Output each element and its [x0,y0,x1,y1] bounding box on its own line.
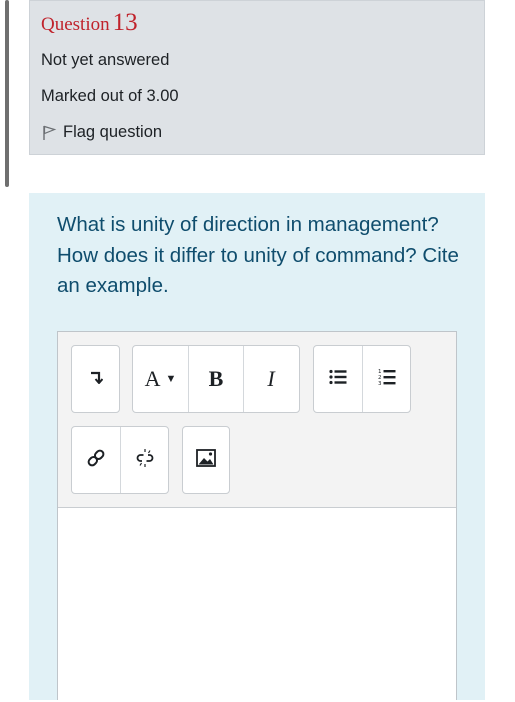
bullet-list-icon [329,369,347,390]
insert-image-button[interactable] [183,427,229,493]
unlink-icon [135,448,155,473]
question-label: Question [41,14,110,35]
question-state: Not yet answered [41,51,170,69]
flag-question-link[interactable]: Flag question [41,123,162,142]
italic-button[interactable]: I [243,346,298,412]
text-editor: A ▼ B I 1 2 3 [57,331,457,702]
svg-text:3: 3 [378,381,382,386]
question-content-panel: What is unity of direction in management… [29,193,485,702]
bullet-list-button[interactable] [314,346,362,412]
scroll-indicator[interactable] [5,0,9,187]
italic-icon: I [267,366,275,391]
toolbar-group-lists: 1 2 3 [313,345,411,413]
bold-icon: B [208,366,224,391]
question-text: What is unity of direction in management… [57,213,459,297]
link-icon [86,448,106,473]
image-icon [196,448,216,472]
font-style-icon: A [144,366,161,391]
toolbar-group-links [71,426,169,494]
question-marks: Marked out of 3.00 [41,87,179,105]
toolbar-group-format: A ▼ B I [132,345,300,413]
caret-down-icon: ▼ [165,373,177,385]
numbered-list-icon: 1 2 3 [378,368,396,391]
show-more-buttons-button[interactable] [72,346,119,412]
show-more-icon [89,370,103,389]
question-heading: Question 13 [41,9,484,37]
flag-question-label: Flag question [63,123,163,141]
unlink-button[interactable] [120,427,168,493]
toolbar-group-toggle [71,345,120,413]
flag-icon [41,125,57,141]
answer-text-area[interactable] [58,507,456,702]
question-info-panel: Question 13 Not yet answered Marked out o… [29,0,485,155]
font-style-button[interactable]: A ▼ [133,346,188,412]
question-number: 13 [112,9,138,36]
link-button[interactable] [72,427,120,493]
bold-button[interactable]: B [188,346,243,412]
numbered-list-button[interactable]: 1 2 3 [362,346,410,412]
toolbar-group-media [182,426,230,494]
